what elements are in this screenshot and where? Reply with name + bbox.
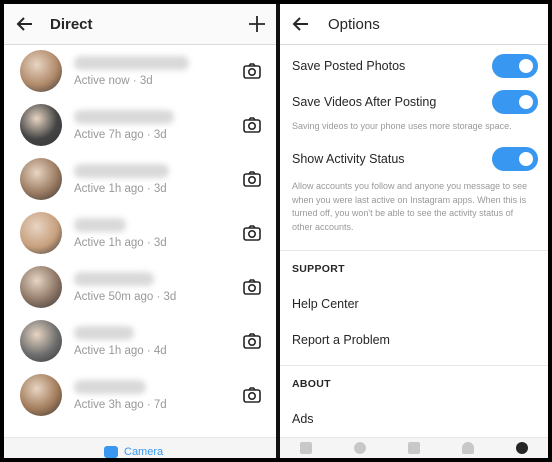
blurred-username (74, 271, 154, 286)
report-problem-link[interactable]: Report a Problem (292, 333, 390, 347)
search-icon[interactable] (354, 442, 366, 454)
conversation-list: Active now · 3d Active 7h ago · 3d Active … (4, 44, 276, 422)
avatar (20, 212, 62, 254)
direct-bottom-bar: Camera (4, 437, 276, 458)
page-title: Direct (50, 15, 93, 33)
screenshot-frame: Direct Active now · 3d Active 7h ago · 3d… (4, 4, 548, 458)
ads-link[interactable]: Ads (292, 412, 314, 426)
conversation-row[interactable]: Active 50m ago · 3d (4, 260, 276, 314)
camera-tab-label: Camera (124, 446, 164, 458)
blurred-username (74, 325, 134, 340)
camera-icon[interactable] (242, 61, 262, 81)
conversation-row[interactable]: Active 7h ago · 3d (4, 98, 276, 152)
save-videos-row: Save Videos After Posting (292, 90, 538, 114)
support-section-header: SUPPORT (292, 263, 345, 275)
camera-icon[interactable] (242, 115, 262, 135)
help-center-link[interactable]: Help Center (292, 297, 359, 311)
back-arrow-icon[interactable] (290, 13, 312, 35)
activity-status-row: Show Activity Status (292, 147, 538, 171)
avatar (20, 50, 62, 92)
camera-icon[interactable] (242, 385, 262, 405)
conversation-row[interactable]: Active now · 3d (4, 44, 276, 98)
camera-tab[interactable]: Camera (104, 446, 163, 458)
home-icon[interactable] (300, 442, 312, 454)
activity-status-toggle[interactable] (492, 147, 538, 171)
blurred-username (74, 55, 189, 70)
heart-icon[interactable] (462, 442, 474, 454)
conversation-row[interactable]: Active 1h ago · 3d (4, 152, 276, 206)
activity-status-label: Show Activity Status (292, 152, 405, 166)
page-title: Options (328, 15, 380, 33)
save-videos-label: Save Videos After Posting (292, 95, 437, 109)
camera-tab-icon (104, 446, 118, 458)
avatar (20, 320, 62, 362)
camera-icon[interactable] (242, 277, 262, 297)
options-header: Options (280, 4, 548, 45)
camera-icon[interactable] (242, 169, 262, 189)
divider (280, 250, 548, 251)
avatar (20, 104, 62, 146)
blurred-username (74, 109, 174, 124)
blurred-username (74, 217, 126, 232)
save-videos-toggle[interactable] (492, 90, 538, 114)
conversation-row[interactable]: Active 1h ago · 4d (4, 314, 276, 368)
conversation-row[interactable]: Active 3h ago · 7d (4, 368, 276, 422)
save-videos-help: Saving videos to your phone uses more st… (292, 121, 512, 131)
options-panel: Options Save Posted Photos Save Videos A… (280, 4, 548, 458)
camera-icon[interactable] (242, 223, 262, 243)
about-section-header: ABOUT (292, 378, 331, 390)
bottom-nav (280, 437, 548, 458)
avatar (20, 374, 62, 416)
conversation-row[interactable]: Active 1h ago · 3d (4, 206, 276, 260)
profile-icon[interactable] (516, 442, 528, 454)
avatar (20, 158, 62, 200)
blurred-username (74, 379, 146, 394)
avatar (20, 266, 62, 308)
activity-status-help: Allow accounts you follow and anyone you… (292, 181, 528, 232)
add-post-icon[interactable] (408, 442, 420, 454)
save-posted-photos-label: Save Posted Photos (292, 59, 406, 73)
divider (280, 365, 548, 366)
direct-header: Direct (4, 4, 276, 45)
camera-icon[interactable] (242, 331, 262, 351)
blurred-username (74, 163, 169, 178)
save-posted-photos-toggle[interactable] (492, 54, 538, 78)
save-posted-photos-row: Save Posted Photos (292, 54, 538, 78)
direct-panel: Direct Active now · 3d Active 7h ago · 3d… (4, 4, 276, 458)
plus-icon[interactable] (246, 13, 268, 35)
back-arrow-icon[interactable] (14, 13, 36, 35)
